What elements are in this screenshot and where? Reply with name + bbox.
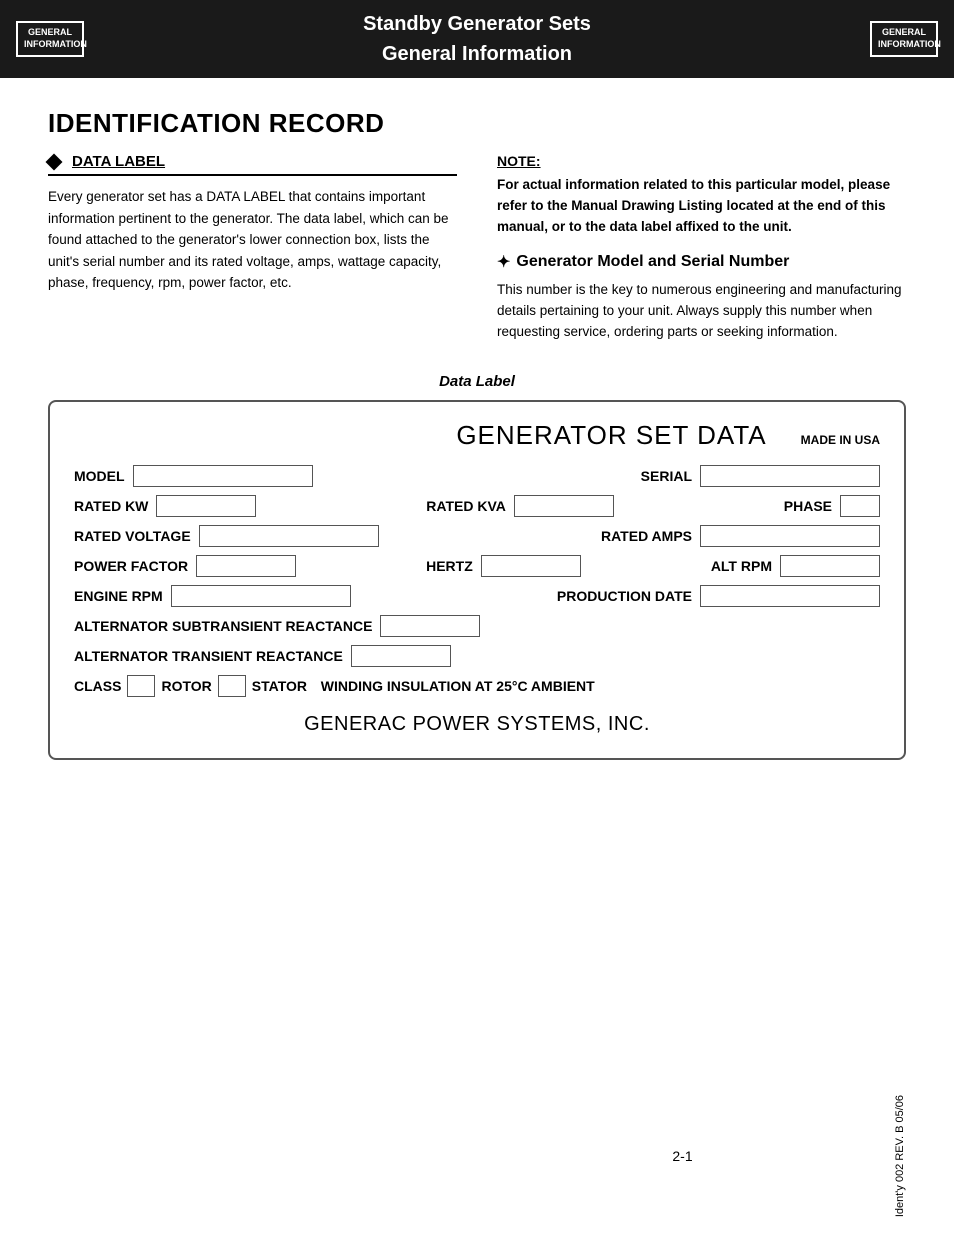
serial-label: SERIAL (641, 468, 692, 484)
serial-field (700, 465, 880, 487)
model-serial-row: MODEL SERIAL (74, 465, 880, 487)
engine-rpm-proddate-row: ENGINE RPM PRODUCTION DATE (74, 585, 880, 607)
diamond-icon (46, 153, 63, 170)
rated-kw-field (156, 495, 256, 517)
header-logo-right: GENERAL INFORMATION (870, 21, 938, 56)
rated-voltage-label: RATED VOLTAGE (74, 528, 191, 544)
power-factor-label: POWER FACTOR (74, 558, 188, 574)
rotor-label: ROTOR (161, 678, 211, 694)
header-logo-left: GENERAL INFORMATION (16, 21, 84, 56)
rotor-field (218, 675, 246, 697)
phase-field (840, 495, 880, 517)
voltage-amps-row: RATED VOLTAGE RATED AMPS (74, 525, 880, 547)
stator-label: STATOR (252, 678, 307, 694)
class-label: CLASS (74, 678, 121, 694)
engine-rpm-label: ENGINE RPM (74, 588, 163, 604)
page-header: GENERAL INFORMATION Standby Generator Se… (0, 0, 954, 78)
class-row: CLASS ROTOR STATOR WINDING INSULATION AT… (74, 675, 880, 697)
rated-kw-label: RATED KW (74, 498, 148, 514)
hertz-field (481, 555, 581, 577)
production-date-field (700, 585, 880, 607)
data-label-caption: Data Label (48, 373, 906, 390)
rated-voltage-field (199, 525, 379, 547)
rated-amps-label: RATED AMPS (601, 528, 692, 544)
page-title: IDENTIFICATION RECORD (48, 108, 906, 139)
transient-field (351, 645, 451, 667)
generator-data-box: GENERATOR SET DATA MADE IN USA MODEL SER… (48, 400, 906, 760)
model-label: MODEL (74, 468, 125, 484)
gen-model-heading: ✦ Generator Model and Serial Number (497, 252, 906, 272)
header-title: Standby Generator Sets General Informati… (84, 9, 870, 69)
kw-kva-phase-row: RATED KW RATED KVA PHASE (74, 495, 880, 517)
footer-revision: Ident'y 002 REV. B 05/06 (894, 1095, 906, 1217)
subtransient-field (380, 615, 480, 637)
subtransient-row: ALTERNATOR SUBTRANSIENT REACTANCE (74, 615, 880, 637)
gen-data-title: GENERATOR SET DATA (432, 420, 790, 451)
left-column: DATA LABEL Every generator set has a DAT… (48, 153, 457, 343)
subtransient-label: ALTERNATOR SUBTRANSIENT REACTANCE (74, 618, 372, 634)
page-number: 2-1 (471, 1148, 894, 1164)
phase-label: PHASE (784, 498, 832, 514)
class-field (127, 675, 155, 697)
right-column: NOTE: For actual information related to … (497, 153, 906, 343)
rated-amps-field (700, 525, 880, 547)
alt-rpm-field (780, 555, 880, 577)
rated-kva-field (514, 495, 614, 517)
alt-rpm-label: ALT RPM (711, 558, 772, 574)
data-label-body: Every generator set has a DATA LABEL tha… (48, 186, 457, 294)
note-title: NOTE: (497, 153, 906, 169)
rated-kva-label: RATED KVA (426, 498, 506, 514)
main-content: IDENTIFICATION RECORD DATA LABEL Every g… (0, 78, 954, 790)
transient-row: ALTERNATOR TRANSIENT REACTANCE (74, 645, 880, 667)
pf-hertz-altrpm-row: POWER FACTOR HERTZ ALT RPM (74, 555, 880, 577)
hertz-label: HERTZ (426, 558, 473, 574)
page-footer: 2-1 Ident'y 002 REV. B 05/06 (0, 1095, 954, 1217)
gen-model-body: This number is the key to numerous engin… (497, 280, 906, 343)
made-in-usa: MADE IN USA (801, 433, 880, 447)
company-name: GENERAC POWER SYSTEMS, INC. (74, 713, 880, 736)
engine-rpm-field (171, 585, 351, 607)
note-body: For actual information related to this p… (497, 175, 906, 238)
gen-data-header: GENERATOR SET DATA MADE IN USA (74, 420, 880, 451)
data-label-heading: DATA LABEL (48, 153, 457, 176)
winding-label: WINDING INSULATION AT 25°C AMBIENT (313, 678, 595, 694)
two-column-layout: DATA LABEL Every generator set has a DAT… (48, 153, 906, 343)
transient-label: ALTERNATOR TRANSIENT REACTANCE (74, 648, 343, 664)
production-date-label: PRODUCTION DATE (557, 588, 692, 604)
power-factor-field (196, 555, 296, 577)
plus-icon: ✦ (497, 252, 510, 272)
model-field (133, 465, 313, 487)
